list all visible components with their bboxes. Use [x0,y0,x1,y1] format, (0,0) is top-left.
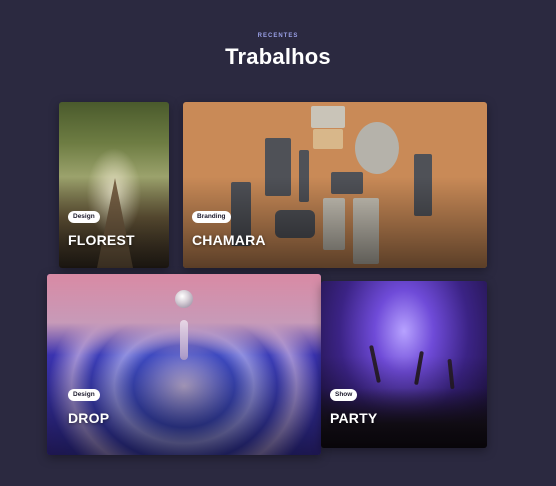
category-badge: Show [330,389,358,401]
category-badge: Branding [192,211,231,223]
portfolio-card-chamara[interactable]: Branding CHAMARA [183,102,487,268]
portfolio-card-florest[interactable]: Design FLOREST [59,102,169,268]
section-title: Trabalhos [225,44,331,69]
category-badge: Design [68,211,100,223]
portfolio-card-drop[interactable]: Design DROP [47,274,321,455]
card-title: PARTY [330,410,378,426]
card-title: CHAMARA [192,232,266,248]
card-title: FLOREST [68,232,135,248]
portfolio-card-party[interactable]: Show PARTY [321,281,487,448]
card-title: DROP [68,410,110,426]
section-eyebrow: RECENTES [257,33,299,39]
category-badge: Design [68,389,100,401]
